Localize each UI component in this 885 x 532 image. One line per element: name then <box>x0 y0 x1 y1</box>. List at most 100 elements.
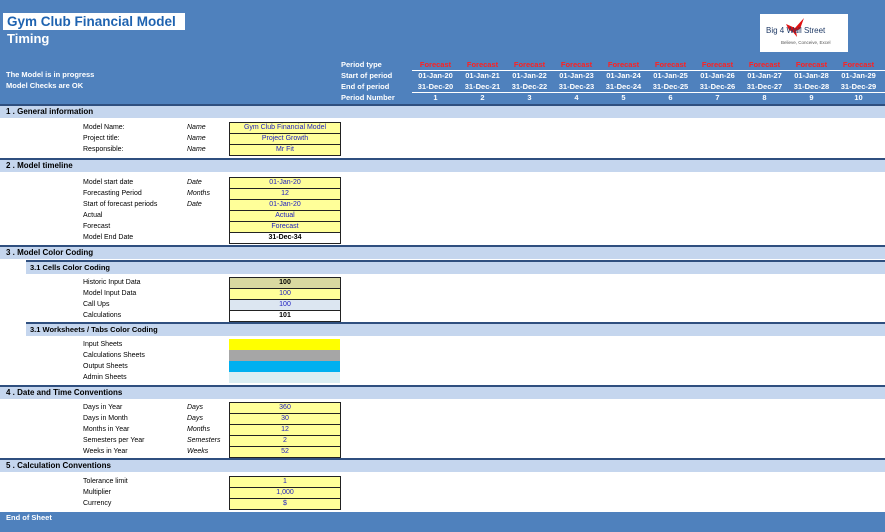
section-title: 4 . Date and Time Conventions <box>6 388 123 397</box>
row-label: Project title: <box>83 135 120 142</box>
section-model-timeline: 2 . Model timeline <box>0 158 885 172</box>
row-label: Output Sheets <box>83 363 128 370</box>
section-date-time-conventions: 4 . Date and Time Conventions <box>0 385 885 399</box>
subsection-title: 3.1 Cells Color Coding <box>30 263 111 272</box>
period-type-cell: Forecast <box>748 60 781 69</box>
period-number-cell: 3 <box>527 93 532 102</box>
tab-color-swatch <box>229 339 340 350</box>
period-start-cell: 01-Jan-20 <box>418 71 453 80</box>
calc-input[interactable]: $ <box>229 498 341 510</box>
period-type-cell: Forecast <box>607 60 640 69</box>
period-start-cell: 01-Jan-23 <box>559 71 594 80</box>
color-sample-cell[interactable]: 101 <box>229 310 341 322</box>
period-number-cell: 2 <box>480 93 485 102</box>
row-label: Admin Sheets <box>83 374 127 381</box>
section-general-information: 1 . General information <box>0 104 885 118</box>
period-number-label: Period Number <box>341 93 395 102</box>
row-unit: Name <box>187 135 206 142</box>
model-end-date-cell[interactable]: 31-Dec-34 <box>229 232 341 244</box>
row-unit: Date <box>187 201 202 208</box>
period-number-cell: 8 <box>762 93 767 102</box>
row-label: Model Name: <box>83 124 125 131</box>
tab-color-swatch <box>229 361 340 372</box>
row-label: Call Ups <box>83 301 110 308</box>
period-start-cell: 01-Jan-24 <box>606 71 641 80</box>
logo-text: Big 4 Wall Street <box>766 26 826 35</box>
row-label: Currency <box>83 500 112 507</box>
section-model-color-coding: 3 . Model Color Coding <box>0 245 885 259</box>
period-start-cell: 01-Jan-27 <box>747 71 782 80</box>
row-unit: Name <box>187 146 206 153</box>
period-end-cell: 31-Dec-21 <box>464 82 501 91</box>
row-label: Tolerance limit <box>83 478 128 485</box>
row-label: Responsible: <box>83 146 124 153</box>
section-title: 3 . Model Color Coding <box>6 248 94 257</box>
period-start-cell: 01-Jan-28 <box>794 71 829 80</box>
period-type-cell: Forecast <box>842 60 875 69</box>
row-unit: Date <box>187 179 202 186</box>
period-type-cell: Forecast <box>419 60 452 69</box>
row-unit: Months <box>187 426 210 433</box>
row-label: Actual <box>83 212 103 219</box>
start-of-period-label: Start of period <box>341 71 393 80</box>
row-unit: Semesters <box>187 437 221 444</box>
period-end-cell: 31-Dec-23 <box>558 82 595 91</box>
period-type-cell: Forecast <box>701 60 734 69</box>
period-start-cell: 01-Jan-25 <box>653 71 688 80</box>
section-title: 2 . Model timeline <box>6 161 73 170</box>
period-start-cell: 01-Jan-26 <box>700 71 735 80</box>
period-end-cell: 31-Dec-28 <box>793 82 830 91</box>
row-label: Days in Year <box>83 404 123 411</box>
company-logo: Big 4 Wall Street Believe, Conceive, Exc… <box>760 14 848 52</box>
period-type-cell: Forecast <box>513 60 546 69</box>
sheet-subtitle: Timing <box>7 31 50 46</box>
row-unit: Days <box>187 404 203 411</box>
period-number-cell: 6 <box>668 93 673 102</box>
section-title: 5 . Calculation Conventions <box>6 461 111 470</box>
period-end-cell: 31-Dec-20 <box>417 82 454 91</box>
row-label: Forecasting Period <box>83 190 142 197</box>
row-label: Months in Year <box>83 426 130 433</box>
end-of-sheet-label: End of Sheet <box>6 513 52 522</box>
period-end-cell: 31-Dec-29 <box>840 82 877 91</box>
period-end-cell: 31-Dec-22 <box>511 82 548 91</box>
period-start-cell: 01-Jan-21 <box>465 71 500 80</box>
row-label: Forecast <box>83 223 111 230</box>
row-label: Input Sheets <box>83 341 123 348</box>
subsection-cells-color-coding: 3.1 Cells Color Coding <box>26 260 885 274</box>
row-label: Semesters per Year <box>83 437 145 444</box>
period-type-cell: Forecast <box>466 60 499 69</box>
period-type-cell: Forecast <box>654 60 687 69</box>
period-start-cell: 01-Jan-29 <box>841 71 876 80</box>
period-type-cell: Forecast <box>795 60 828 69</box>
period-end-cell: 31-Dec-25 <box>652 82 689 91</box>
end-of-sheet-bar: End of Sheet <box>0 512 885 532</box>
row-label: Days in Month <box>83 415 128 422</box>
tab-color-swatch <box>229 372 340 383</box>
row-unit: Weeks <box>187 448 209 455</box>
period-number-cell: 10 <box>854 93 863 102</box>
row-unit: Months <box>187 190 210 197</box>
row-label: Multiplier <box>83 489 112 496</box>
row-label: Model start date <box>83 179 134 186</box>
period-number-cell: 5 <box>621 93 626 102</box>
convention-input[interactable]: 52 <box>229 446 341 458</box>
tab-color-swatch <box>229 350 340 361</box>
period-type-cell: Forecast <box>560 60 593 69</box>
status-progress: The Model is in progress <box>6 70 95 79</box>
row-unit: Name <box>187 124 206 131</box>
row-label: Start of forecast periods <box>83 201 158 208</box>
period-number-cell: 4 <box>574 93 579 102</box>
responsible-input[interactable]: Mr Fit <box>229 144 341 156</box>
period-end-cell: 31-Dec-26 <box>699 82 736 91</box>
period-end-cell: 31-Dec-24 <box>605 82 642 91</box>
logo-tagline: Believe, Conceive, Excel <box>781 40 831 45</box>
subsection-title: 3.1 Worksheets / Tabs Color Coding <box>30 325 158 334</box>
row-unit: Days <box>187 415 203 422</box>
row-label: Model Input Data <box>83 290 137 297</box>
period-number-cell: 9 <box>809 93 814 102</box>
section-title: 1 . General information <box>6 107 94 116</box>
period-number-cell: 1 <box>433 93 438 102</box>
subsection-tabs-color-coding: 3.1 Worksheets / Tabs Color Coding <box>26 322 885 336</box>
row-label: Weeks in Year <box>83 448 128 455</box>
